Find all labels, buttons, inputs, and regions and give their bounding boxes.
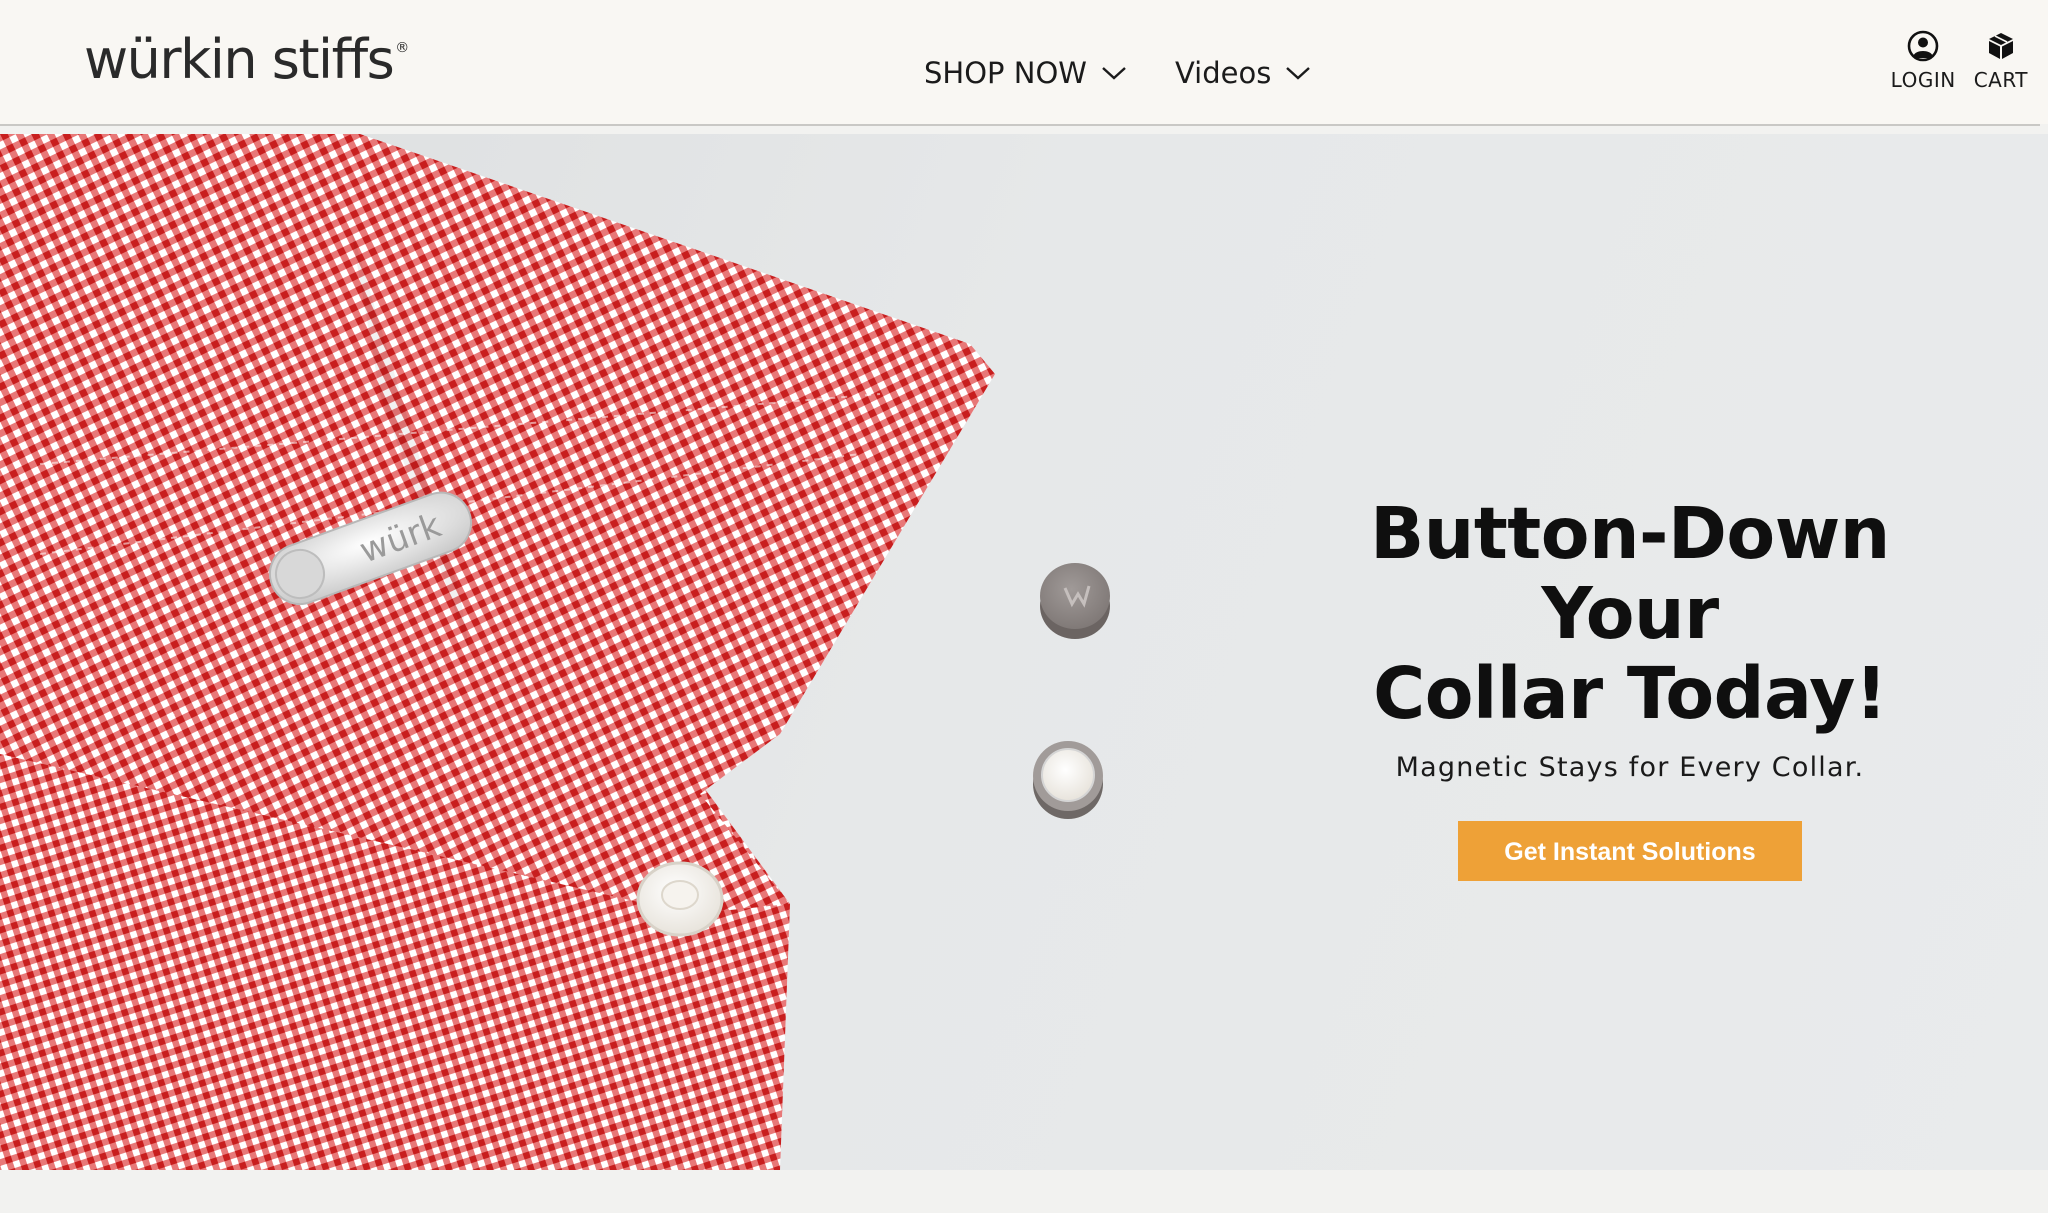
hero-title-line-1: Button-Down Your — [1370, 492, 1890, 655]
chevron-down-icon — [1286, 67, 1311, 80]
hero-banner: würk Button-Down Your Collar Today! Magn… — [0, 134, 2048, 1170]
account-links: LOGIN CART — [1891, 30, 2028, 92]
hero-subtitle: Magnetic Stays for Every Collar. — [1395, 752, 1865, 783]
user-circle-icon — [1907, 30, 1939, 62]
below-fold-strip — [0, 1170, 2048, 1213]
login-label: LOGIN — [1890, 68, 1956, 92]
site-header: würkin stiffs ® SHOP NOW Videos LOGIN CA… — [0, 0, 2048, 124]
page: würkin stiffs ® SHOP NOW Videos LOGIN CA… — [0, 0, 2048, 1213]
logo-text: würkin stiffs — [84, 28, 395, 91]
registered-mark: ® — [395, 40, 409, 56]
nav-videos[interactable]: Videos — [1175, 56, 1311, 90]
nav-shop-now-label: SHOP NOW — [924, 56, 1087, 90]
hero-image: würk — [0, 134, 1110, 1170]
logo[interactable]: würkin stiffs ® — [84, 28, 409, 91]
cart-label: CART — [1973, 68, 2028, 92]
nav-shop-now[interactable]: SHOP NOW — [924, 56, 1127, 90]
main-nav: SHOP NOW Videos — [924, 56, 1311, 90]
hero-title: Button-Down Your Collar Today! — [1270, 494, 1990, 734]
login-button[interactable]: LOGIN — [1891, 30, 1956, 92]
hero-copy: Button-Down Your Collar Today! Magnetic … — [1270, 494, 1990, 881]
get-instant-solutions-button[interactable]: Get Instant Solutions — [1458, 821, 1802, 881]
header-divider — [0, 124, 2040, 126]
cart-button[interactable]: CART — [1974, 30, 2028, 92]
hero-title-line-2: Collar Today! — [1373, 652, 1887, 735]
nav-videos-label: Videos — [1174, 56, 1272, 90]
box-icon — [1988, 33, 2013, 59]
chevron-down-icon — [1102, 67, 1126, 80]
